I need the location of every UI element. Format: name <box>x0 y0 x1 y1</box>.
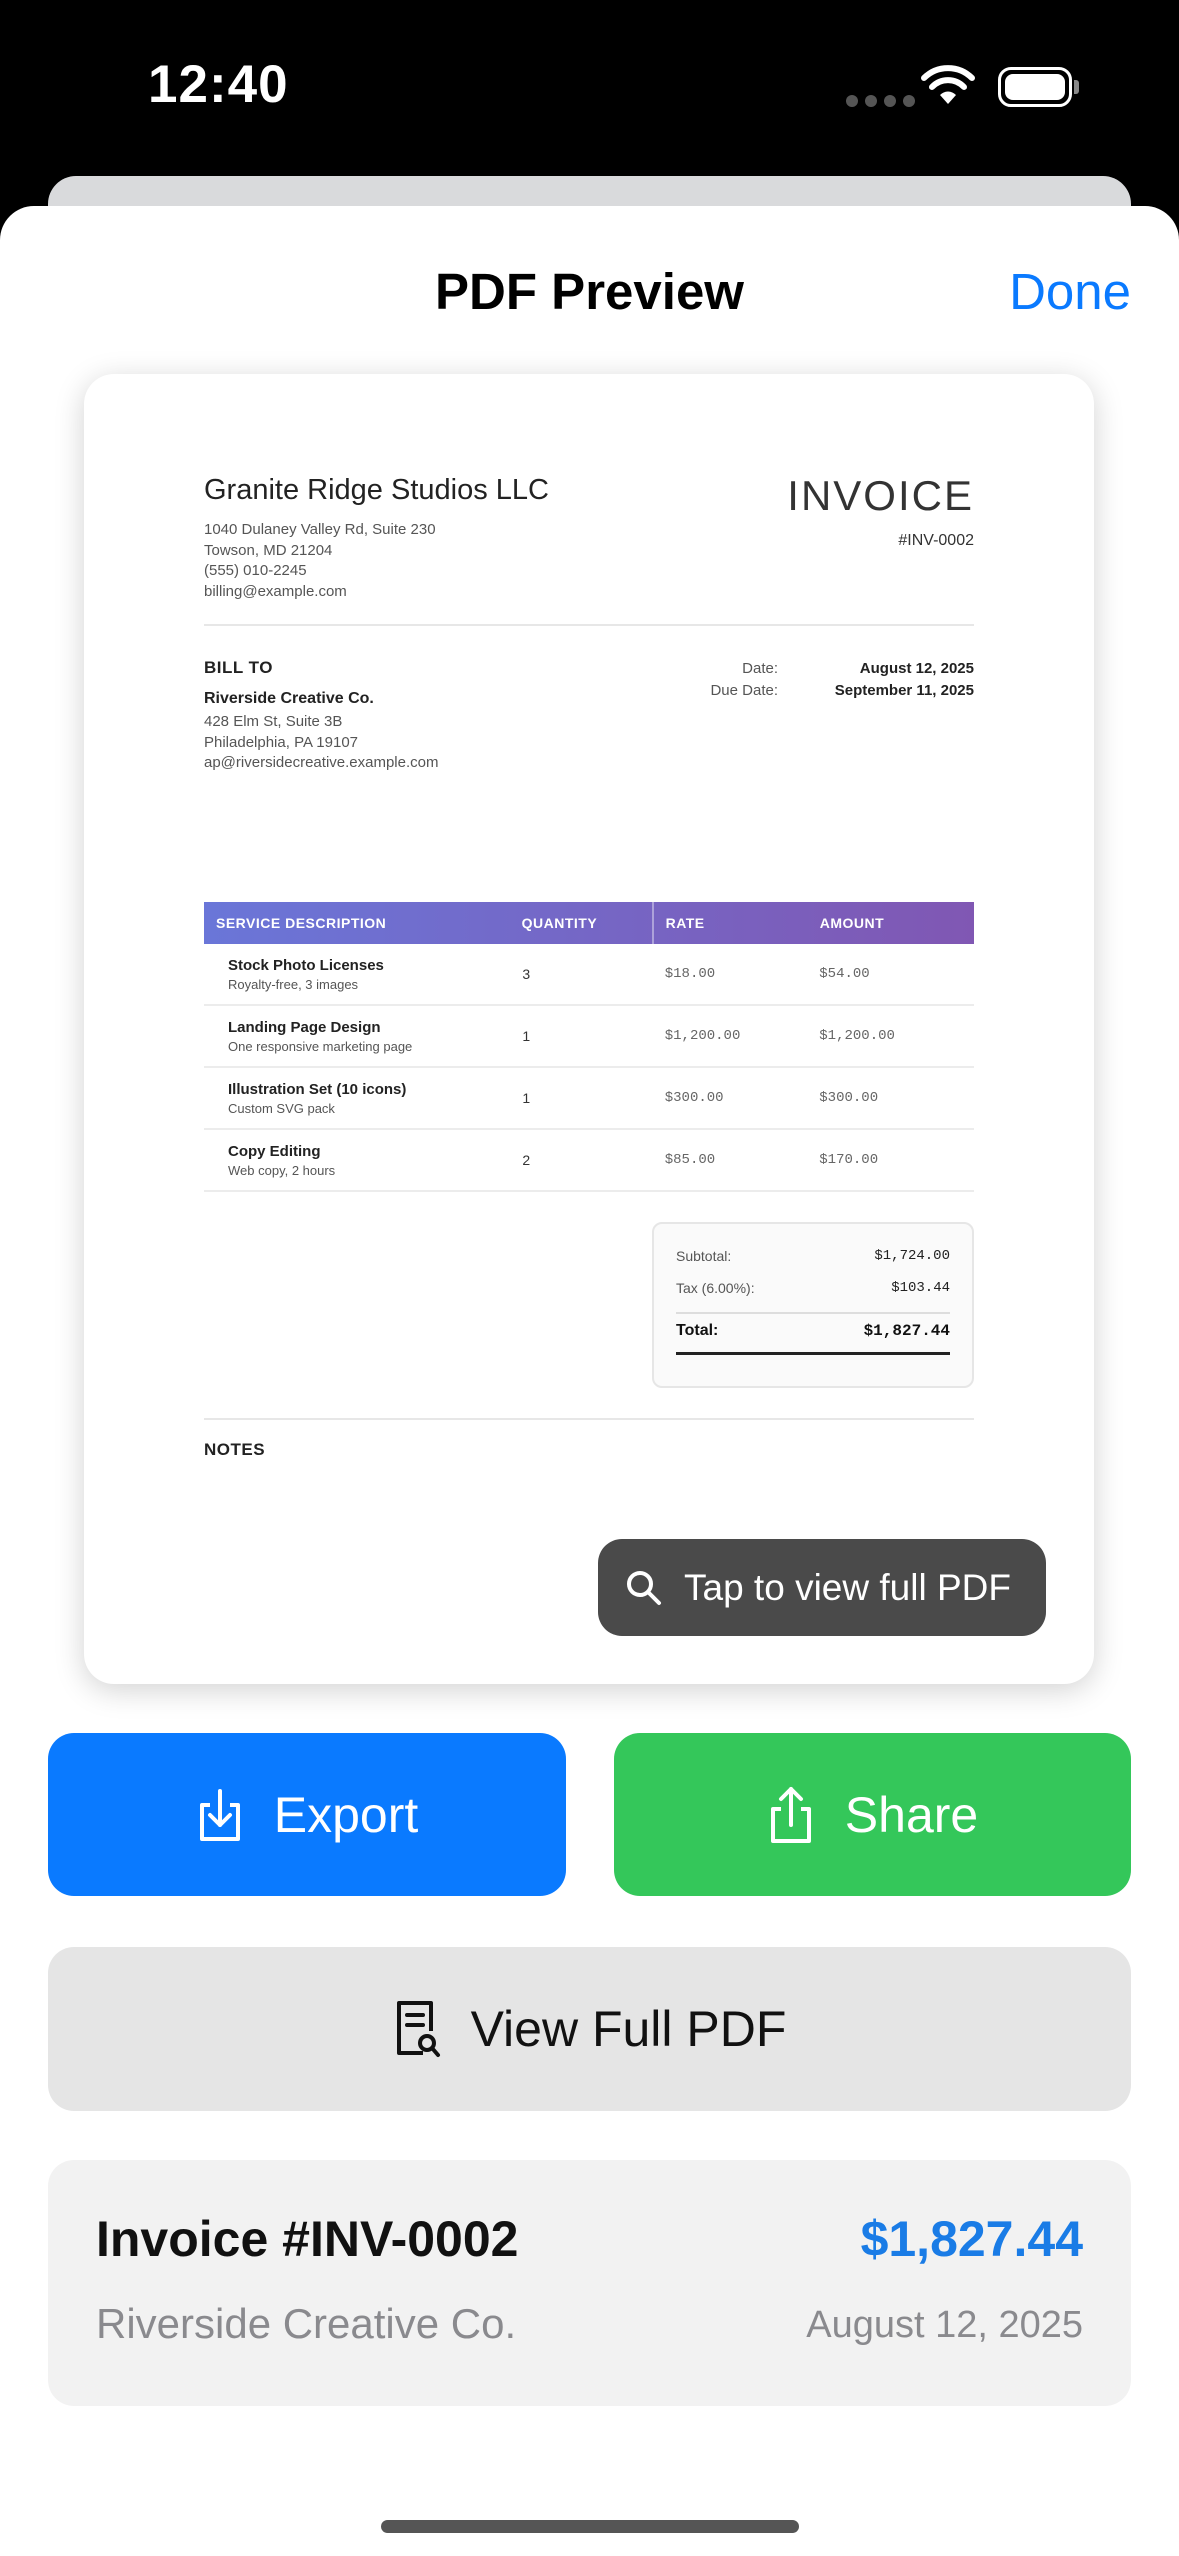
item-amount: $170.00 <box>819 1152 879 1168</box>
battery-tip <box>1074 80 1079 94</box>
subtotal-row: Subtotal: $1,724.00 <box>676 1248 950 1264</box>
invoice-summary-card: Invoice #INV-0002 $1,827.44 Riverside Cr… <box>48 2160 1131 2406</box>
due-date-label: Due Date: <box>710 682 778 699</box>
company-address: 1040 Dulaney Valley Rd, Suite 230 Towson… <box>204 520 436 602</box>
item-rate: $18.00 <box>664 966 716 982</box>
invoice-number: #INV-0002 <box>898 532 974 549</box>
share-label: Share <box>844 1786 979 1843</box>
summary-amount: $1,827.44 <box>860 2211 1083 2267</box>
client-line: 428 Elm St, Suite 3B <box>204 713 343 730</box>
client-address: 428 Elm St, Suite 3B Philadelphia, PA 19… <box>204 712 439 774</box>
totals-divider <box>676 1312 950 1314</box>
item-quantity: 1 <box>522 1028 531 1044</box>
pdf-preview-card[interactable]: Granite Ridge Studios LLC 1040 Dulaney V… <box>84 374 1094 1684</box>
client-line: ap@riversidecreative.example.com <box>204 754 439 771</box>
share-button[interactable]: Share <box>614 1733 1131 1896</box>
item-amount: $54.00 <box>819 966 870 982</box>
client-name: Riverside Creative Co. <box>204 690 374 707</box>
subtotal-value: $1,724.00 <box>874 1248 950 1264</box>
line-items-table: SERVICE DESCRIPTION QUANTITY RATE AMOUNT… <box>204 902 974 1192</box>
page-title: PDF Preview <box>435 263 744 320</box>
tax-row: Tax (6.00%): $103.44 <box>676 1280 950 1296</box>
date-value: August 12, 2025 <box>859 660 974 677</box>
bill-to-heading: BILL TO <box>204 658 273 677</box>
table-row: Copy Editing Web copy, 2 hours 2 $85.00 $… <box>204 1130 974 1192</box>
company-line: 1040 Dulaney Valley Rd, Suite 230 <box>204 521 436 538</box>
item-description: One responsive marketing page <box>228 1038 413 1054</box>
table-row: Stock Photo Licenses Royalty-free, 3 imag… <box>204 944 974 1006</box>
document-search-icon <box>393 1999 441 2059</box>
item-quantity: 2 <box>522 1152 531 1168</box>
total-value: $1,827.44 <box>863 1322 950 1340</box>
view-full-pdf-label: View Full PDF <box>470 2001 787 2057</box>
item-quantity: 1 <box>522 1090 531 1106</box>
column-header: AMOUNT <box>819 915 885 931</box>
signal-icon <box>846 95 915 107</box>
total-underline <box>676 1352 950 1355</box>
item-name: Landing Page Design <box>228 1018 381 1036</box>
table-header: SERVICE DESCRIPTION QUANTITY RATE AMOUNT <box>204 902 974 944</box>
invoice-dates: Date: August 12, 2025 Due Date: Septembe… <box>658 658 974 702</box>
tax-label: Tax (6.00%): <box>676 1280 755 1296</box>
item-description: Royalty-free, 3 images <box>228 976 359 992</box>
item-quantity: 3 <box>522 966 531 982</box>
summary-date: August 12, 2025 <box>806 2304 1083 2346</box>
item-rate: $1,200.00 <box>664 1028 741 1044</box>
share-icon <box>767 1785 815 1845</box>
subtotal-label: Subtotal: <box>676 1248 732 1264</box>
column-header: SERVICE DESCRIPTION <box>216 915 387 931</box>
home-indicator[interactable] <box>381 2520 799 2533</box>
export-icon <box>196 1787 244 1843</box>
total-row: Total: $1,827.44 <box>676 1322 950 1340</box>
wifi-icon <box>921 65 975 104</box>
company-line: Towson, MD 21204 <box>204 541 333 559</box>
item-name: Illustration Set (10 icons) <box>228 1080 407 1098</box>
item-description: Custom SVG pack <box>228 1100 335 1116</box>
search-icon <box>624 1568 664 1608</box>
item-name: Copy Editing <box>228 1142 321 1160</box>
done-button[interactable]: Done <box>1009 262 1131 321</box>
notes-heading: NOTES <box>204 1440 266 1459</box>
export-button[interactable]: Export <box>48 1733 566 1896</box>
summary-client: Riverside Creative Co. <box>96 2300 517 2347</box>
item-rate: $300.00 <box>664 1090 724 1106</box>
item-amount: $300.00 <box>819 1090 879 1106</box>
tax-value: $103.44 <box>891 1280 950 1296</box>
company-line: (555) 010-2245 <box>204 562 307 579</box>
divider <box>204 1418 974 1420</box>
total-label: Total: <box>676 1322 719 1339</box>
company-line: billing@example.com <box>204 582 347 600</box>
tap-to-view-hint[interactable]: Tap to view full PDF <box>598 1539 1046 1636</box>
status-time: 12:40 <box>148 55 289 114</box>
item-rate: $85.00 <box>664 1152 716 1168</box>
company-name: Granite Ridge Studios LLC <box>204 474 549 506</box>
export-label: Export <box>273 1786 419 1843</box>
table-row: Illustration Set (10 icons) Custom SVG pa… <box>204 1068 974 1130</box>
due-date-value: September 11, 2025 <box>834 682 974 699</box>
date-label: Date: <box>742 660 778 677</box>
divider <box>204 624 974 626</box>
item-amount: $1,200.00 <box>819 1028 895 1044</box>
summary-title: Invoice #INV-0002 <box>96 2211 519 2267</box>
column-header: RATE <box>651 902 808 944</box>
item-name: Stock Photo Licenses <box>228 956 384 974</box>
tap-hint-label: Tap to view full PDF <box>684 1566 1011 1608</box>
view-full-pdf-button[interactable]: View Full PDF <box>48 1947 1131 2111</box>
invoice-heading: INVOICE <box>787 472 974 519</box>
totals-box: Subtotal: $1,724.00 Tax (6.00%): $103.44… <box>652 1222 974 1388</box>
item-description: Web copy, 2 hours <box>228 1162 336 1178</box>
battery-icon <box>998 67 1072 107</box>
table-row: Landing Page Design One responsive market… <box>204 1006 974 1068</box>
column-header: QUANTITY <box>521 915 598 931</box>
client-line: Philadelphia, PA 19107 <box>204 733 359 751</box>
